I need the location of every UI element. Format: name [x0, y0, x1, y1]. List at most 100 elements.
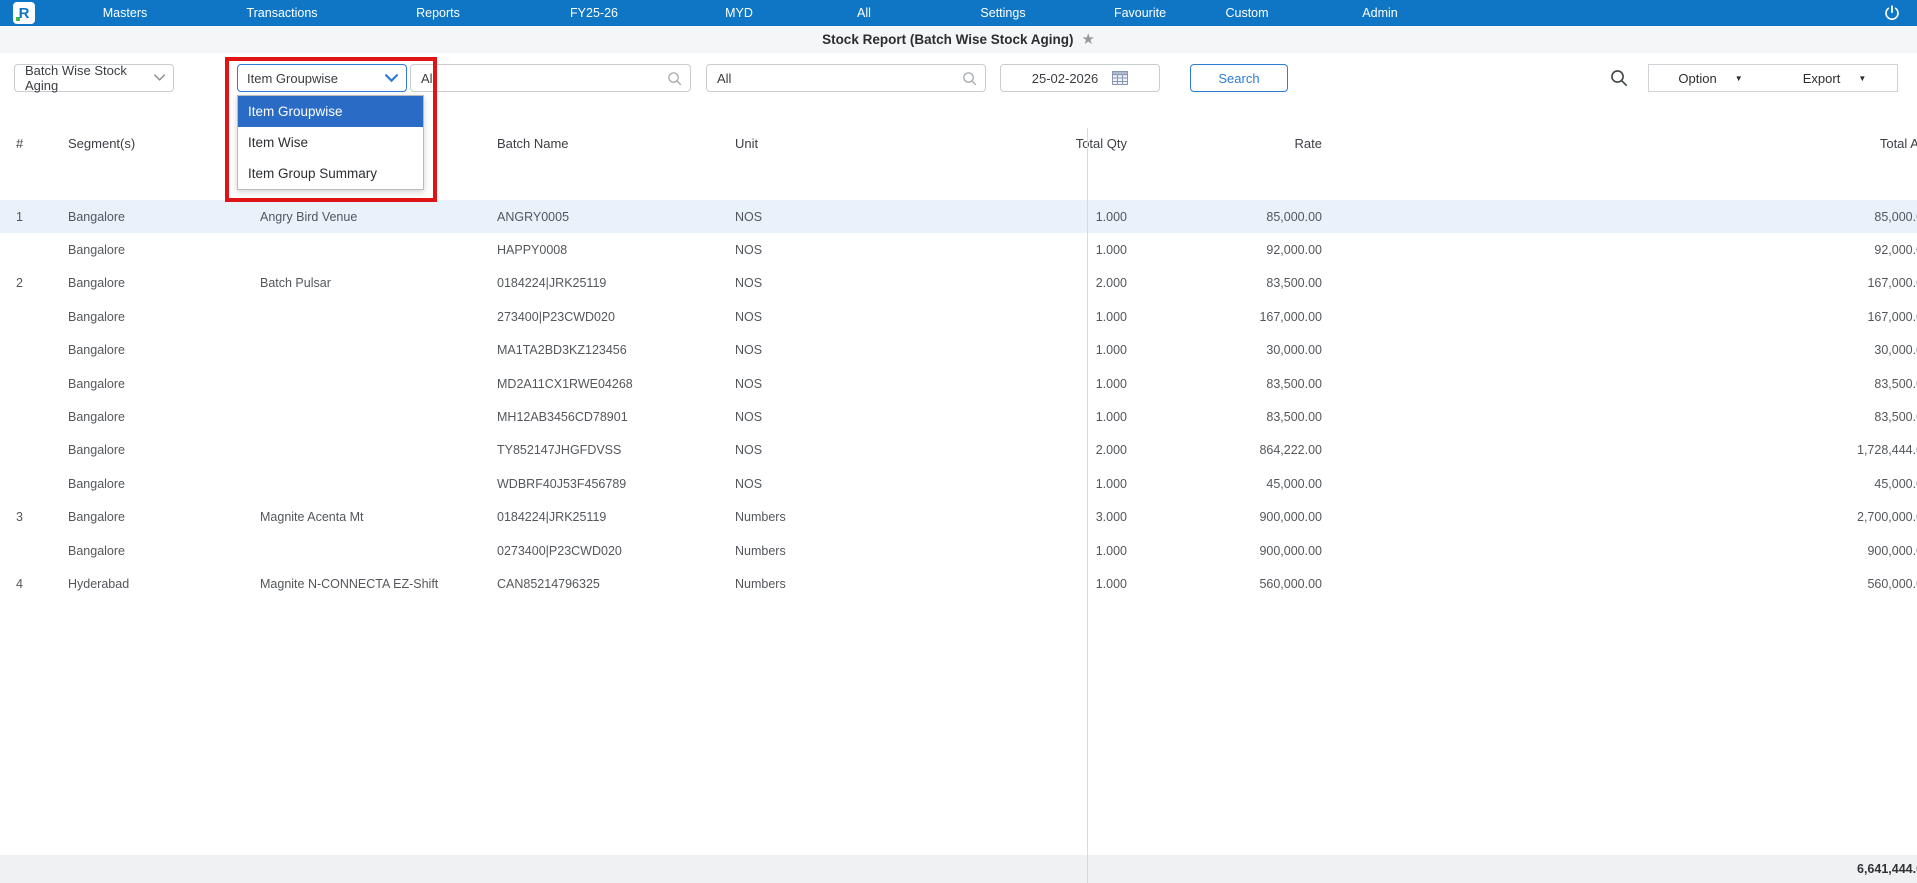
- view-mode-value: Item Groupwise: [247, 70, 339, 86]
- cell-amount: 560,000.00: [1867, 576, 1917, 591]
- report-type-value: Batch Wise Stock Aging: [25, 63, 127, 93]
- table-row[interactable]: 1 Bangalore Angry Bird Venue ANGRY0005 NOS 1.…: [0, 200, 1917, 234]
- table-search-icon[interactable]: [1608, 64, 1630, 92]
- cell-amount: 900,000.00: [1867, 543, 1917, 558]
- column-divider-line: [1087, 128, 1088, 883]
- table-row[interactable]: Bangalore MA1TA2BD3KZ123456 NOS 1.000 30,000…: [0, 334, 1917, 367]
- table-row[interactable]: Bangalore WDBRF40J53F456789 NOS 1.000 45,000…: [0, 467, 1917, 500]
- caret-down-icon: ▼: [1734, 73, 1743, 83]
- cell-batch: ANGRY0005: [497, 209, 570, 224]
- date-picker[interactable]: 25-02-2026: [1000, 64, 1160, 92]
- cell-amount: 167,000.00: [1867, 276, 1917, 291]
- cell-amount: 1,728,444.00: [1857, 443, 1917, 458]
- dropdown-option-item-group-summary[interactable]: Item Group Summary: [238, 158, 423, 189]
- cell-rate: 900,000.00: [1259, 510, 1322, 525]
- nav-item-admin[interactable]: Admin: [1362, 0, 1397, 26]
- nav-item-myd[interactable]: MYD: [725, 0, 753, 26]
- cell-num: 2: [16, 276, 23, 291]
- export-label: Export: [1802, 70, 1841, 86]
- cell-batch: MA1TA2BD3KZ123456: [497, 343, 627, 358]
- column-header-batch-name[interactable]: Batch Name: [497, 136, 732, 151]
- view-mode-select[interactable]: Item Groupwise: [237, 64, 407, 92]
- cell-unit: Numbers: [735, 576, 786, 591]
- cell-amount: 2,700,000.00: [1857, 510, 1917, 525]
- logo-green-dot: [16, 17, 20, 21]
- table-row[interactable]: 3 Bangalore Magnite Acenta Mt 0184224|JRK25…: [0, 501, 1917, 534]
- cell-batch: WDBRF40J53F456789: [497, 476, 627, 491]
- cell-segment: Bangalore: [68, 243, 125, 258]
- cell-item: Magnite Acenta Mt: [260, 510, 364, 525]
- column-header-number[interactable]: #: [0, 136, 54, 151]
- item-filter-field: [410, 64, 691, 92]
- table-row[interactable]: Bangalore MD2A11CX1RWE04268 NOS 1.000 83,500…: [0, 367, 1917, 400]
- nav-item-masters[interactable]: Masters: [103, 0, 147, 26]
- title-bar: Stock Report (Batch Wise Stock Aging) ★: [0, 26, 1917, 53]
- nav-item-all[interactable]: All: [857, 0, 871, 26]
- calendar-icon: [1112, 71, 1129, 85]
- nav-item-reports[interactable]: Reports: [416, 0, 460, 26]
- search-button[interactable]: Search: [1190, 64, 1288, 92]
- nav-item-settings[interactable]: Settings: [980, 0, 1025, 26]
- cell-item: Angry Bird Venue: [260, 209, 358, 224]
- logo-glyph: R: [18, 4, 30, 22]
- item-filter-input[interactable]: [411, 66, 667, 90]
- page-title: Stock Report (Batch Wise Stock Aging): [822, 32, 1074, 47]
- table-row[interactable]: Bangalore TY852147JHGFDVSS NOS 2.000 864,222…: [0, 434, 1917, 467]
- cell-unit: NOS: [735, 343, 763, 358]
- nav-item-favourite[interactable]: Favourite: [1114, 0, 1166, 26]
- cell-num: 1: [16, 209, 23, 224]
- cell-segment: Bangalore: [68, 543, 125, 558]
- cell-batch: HAPPY0008: [497, 243, 568, 258]
- group-filter-field: [706, 64, 986, 92]
- group-filter-input[interactable]: [707, 66, 962, 90]
- option-button[interactable]: Option ▼: [1648, 64, 1773, 92]
- cell-amount: 92,000.00: [1874, 243, 1917, 258]
- cell-rate: 92,000.00: [1266, 243, 1322, 258]
- cell-num: 4: [16, 576, 23, 591]
- cell-unit: NOS: [735, 443, 763, 458]
- cell-batch: MD2A11CX1RWE04268: [497, 376, 633, 391]
- table-row[interactable]: Bangalore HAPPY0008 NOS 1.000 92,000.00 92,00…: [0, 233, 1917, 266]
- chevron-down-icon: [385, 73, 398, 82]
- caret-down-icon: ▼: [1858, 73, 1867, 83]
- report-type-select[interactable]: Batch Wise Stock Aging: [14, 63, 174, 93]
- table-body: 1 Bangalore Angry Bird Venue ANGRY0005 NOS 1.…: [0, 200, 1917, 601]
- cell-item: Magnite N-CONNECTA EZ-Shift: [260, 576, 439, 591]
- cell-unit: NOS: [735, 243, 763, 258]
- cell-unit: NOS: [735, 309, 763, 324]
- column-header-total-amount[interactable]: Total Amount: [1322, 136, 1917, 151]
- dropdown-option-item-groupwise[interactable]: Item Groupwise: [238, 96, 423, 127]
- cell-rate: 83,500.00: [1266, 376, 1322, 391]
- cell-unit: NOS: [735, 476, 763, 491]
- nav-item-transactions[interactable]: Transactions: [246, 0, 317, 26]
- view-mode-dropdown-list: Item Groupwise Item Wise Item Group Summar…: [237, 95, 424, 190]
- nav-item-fy25-26[interactable]: FY25-26: [570, 0, 618, 26]
- column-header-segment[interactable]: Segment(s): [54, 136, 250, 151]
- table-row[interactable]: Bangalore MH12AB3456CD78901 NOS 1.000 83,500…: [0, 400, 1917, 433]
- cell-rate: 85,000.00: [1266, 209, 1322, 224]
- table-row[interactable]: 2 Bangalore Batch Pulsar 0184224|JRK25119 NO…: [0, 267, 1917, 300]
- cell-amount: 85,000.00: [1874, 209, 1917, 224]
- cell-segment: Bangalore: [68, 276, 125, 291]
- favourite-star-icon[interactable]: ★: [1081, 32, 1094, 47]
- cell-segment: Bangalore: [68, 343, 125, 358]
- cell-unit: NOS: [735, 410, 763, 425]
- cell-segment: Bangalore: [68, 376, 125, 391]
- cell-rate: 45,000.00: [1266, 476, 1322, 491]
- table-row[interactable]: 4 Hyderabad Magnite N-CONNECTA EZ-Shift CAN…: [0, 567, 1917, 600]
- cell-rate: 864,222.00: [1259, 443, 1322, 458]
- table-row[interactable]: Bangalore 273400|P23CWD020 NOS 1.000 167,000…: [0, 300, 1917, 333]
- cell-amount: 83,500.00: [1874, 376, 1917, 391]
- power-icon[interactable]: [1883, 4, 1901, 22]
- export-button[interactable]: Export ▼: [1772, 64, 1898, 92]
- nav-item-custom[interactable]: Custom: [1225, 0, 1268, 26]
- cell-rate: 30,000.00: [1266, 343, 1322, 358]
- app-logo[interactable]: R: [13, 2, 35, 24]
- table-row[interactable]: Bangalore 0273400|P23CWD020 Numbers 1.000 90…: [0, 534, 1917, 567]
- column-header-rate[interactable]: Rate: [1127, 136, 1322, 151]
- top-navigation-bar: R Masters Transactions Reports FY25-26 MYD Al…: [0, 0, 1917, 26]
- column-header-unit[interactable]: Unit: [732, 136, 862, 151]
- search-icon: [963, 71, 977, 85]
- search-icon: [668, 71, 682, 85]
- dropdown-option-item-wise[interactable]: Item Wise: [238, 127, 423, 158]
